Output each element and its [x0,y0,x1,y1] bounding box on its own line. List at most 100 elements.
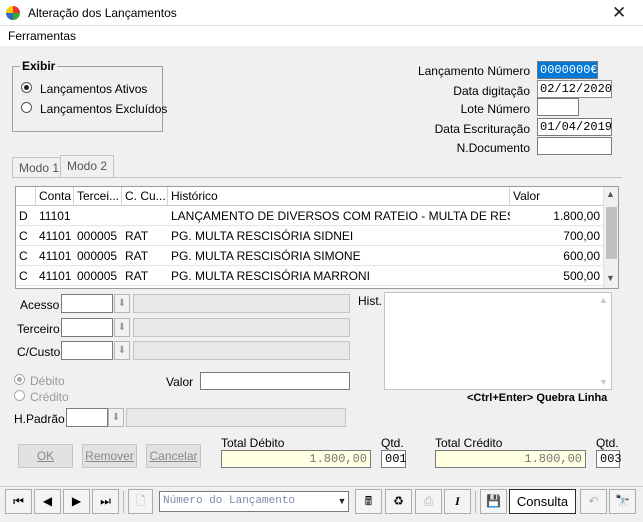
toolbar-separator [475,491,476,513]
hist-label: Hist. [358,294,382,308]
lancamentos-grid: Conta Tercei... C. Cu... Histórico Valor… [15,186,619,289]
radio-lancamentos-ativos[interactable] [21,82,32,93]
prev-record-icon[interactable]: ◀ [34,489,61,514]
ok-button[interactable]: OK [18,444,73,468]
italic-icon[interactable]: I [444,489,471,514]
grid-cell-conta: 41101 [39,249,72,263]
chevron-down-icon[interactable]: ▼ [335,492,349,511]
total-debito-field: 1.800,00 [221,450,371,468]
grid-cell-historico: LANÇAMENTO DE DIVERSOS COM RATEIO - MULT… [171,209,510,223]
grid-header-ccusto[interactable]: C. Cu... [122,187,168,206]
acesso-lookup-icon[interactable]: ⬇ [114,294,130,313]
binoculars-icon[interactable]: 🔭 [609,489,636,514]
scroll-thumb[interactable] [606,207,617,259]
grid-cell-valor: 600,00 [563,249,600,263]
recycle-icon[interactable]: ♻ [385,489,412,514]
terceiro-field[interactable] [61,318,113,337]
grid-cell-ccusto: RAT [125,229,149,243]
terceiro-description [133,318,350,337]
terceiro-label: Terceiro [17,322,60,336]
scroll-down-icon[interactable]: ▼ [606,273,615,283]
total-debito-label: Total Débito [221,436,285,450]
n-documento-label: N.Documento [456,141,530,155]
new-document-icon[interactable]: 🗋 [128,489,153,514]
exibir-group [12,66,163,132]
grid-cell-historico: PG. MULTA RESCISÓRIA SIDNEI [171,229,354,243]
acesso-label: Acesso [20,298,60,312]
qtd-credito-label: Qtd. [596,436,619,450]
grid-header-historico[interactable]: Histórico [168,187,510,206]
radio-credito-label: Crédito [30,390,69,404]
total-credito-label: Total Crédito [435,436,503,450]
ccusto-lookup-icon[interactable]: ⬇ [114,341,130,360]
print-icon[interactable]: ⎙ [415,489,442,514]
grid-cell-terceiro: 000005 [77,249,118,263]
radio-excluidos-label: Lançamentos Excluídos [40,102,168,116]
first-record-icon[interactable]: ⏮ [5,489,32,514]
numero-lancamento-placeholder: Número do Lançamento [163,495,296,507]
grid-header: Conta Tercei... C. Cu... Histórico Valor [16,187,603,206]
hpadrao-label: H.Padrão [14,412,65,426]
historico-memo[interactable] [384,292,612,390]
radio-lancamentos-excluidos[interactable] [21,102,32,113]
grid-cell-valor: 500,00 [563,269,600,283]
grid-cell-conta: 41101 [39,229,72,243]
grid-cell-dc: C [19,229,28,243]
data-escrituracao-field[interactable]: 01/04/2019 [537,118,612,136]
grid-cell-dc: D [19,209,28,223]
mode-consulta-button[interactable]: Consulta [509,489,576,514]
calculator-icon[interactable]: 🖩 [355,489,382,514]
grid-cell-valor: 700,00 [563,229,600,243]
terceiro-lookup-icon[interactable]: ⬇ [114,318,130,337]
n-documento-field[interactable] [537,137,612,155]
menu-bar [0,26,643,46]
grid-header-conta[interactable]: Conta [36,187,74,206]
data-digitacao-field[interactable]: 02/12/2020 [537,80,612,98]
table-row[interactable]: C 41101 000005 RAT PG. MULTA RESCISÓRIA SIMO… [16,246,603,266]
lote-numero-field[interactable] [537,98,579,116]
acesso-field[interactable] [61,294,113,313]
grid-cell-conta: 11101 [39,209,71,223]
lancamento-numero-field[interactable]: 0000000€ [537,61,598,79]
table-row[interactable]: C 41101 000005 RAT PG. MULTA RESCISÓRIA SIDN… [16,226,603,246]
grid-cell-conta: 41101 [39,269,72,283]
hpadrao-lookup-icon[interactable]: ⬇ [108,408,124,427]
grid-cell-terceiro [74,206,122,226]
qtd-debito-label: Qtd. [381,436,404,450]
memo-scrollbar[interactable]: ▲ ▼ [599,293,611,389]
scroll-up-icon[interactable]: ▲ [606,189,615,199]
last-record-icon[interactable]: ⏭ [92,489,119,514]
valor-field[interactable] [200,372,350,390]
grid-scrollbar[interactable]: ▲ ▼ [603,187,618,288]
ccusto-field[interactable] [61,341,113,360]
table-row[interactable]: C 41101 000005 RAT PG. MULTA RESCISÓRIA MARR… [16,266,603,286]
tab-modo-2[interactable]: Modo 2 [60,155,115,177]
undo-icon[interactable]: ↶ [580,489,607,514]
exibir-label: Exibir [20,59,58,73]
grid-header-dc[interactable] [16,187,36,206]
grid-cell-ccusto: RAT [125,249,149,263]
qtd-credito-field: 003 [596,450,622,468]
radio-debito[interactable] [14,374,25,385]
menu-ferramentas[interactable]: Ferramentas [8,29,76,43]
tab-panel-border [12,177,622,179]
numero-lancamento-combo[interactable]: Número do Lançamento ▼ [159,491,349,512]
hpadrao-field[interactable] [66,408,108,427]
qtd-debito-field: 001 [381,450,407,468]
quebra-linha-hint: <Ctrl+Enter> Quebra Linha [467,392,608,404]
radio-credito[interactable] [14,390,25,401]
table-row[interactable]: D 11101 LANÇAMENTO DE DIVERSOS COM RATEIO … [16,206,603,226]
lancamento-numero-label: Lançamento Número [417,64,530,78]
app-icon [6,6,20,20]
grid-cell-ccusto: RAT [125,269,149,283]
grid-cell-historico: PG. MULTA RESCISÓRIA MARRONI [171,269,370,283]
next-record-icon[interactable]: ▶ [63,489,90,514]
close-icon[interactable]: ✕ [612,3,626,23]
save-icon[interactable]: 💾 [480,489,507,514]
cancelar-button[interactable]: Cancelar [146,444,201,468]
grid-header-valor[interactable]: Valor [510,187,603,206]
grid-cell-ccusto [122,206,168,226]
grid-header-terceiro[interactable]: Tercei... [74,187,122,206]
remover-button[interactable]: Remover [82,444,137,468]
tab-modo-1[interactable]: Modo 1 [12,157,67,177]
